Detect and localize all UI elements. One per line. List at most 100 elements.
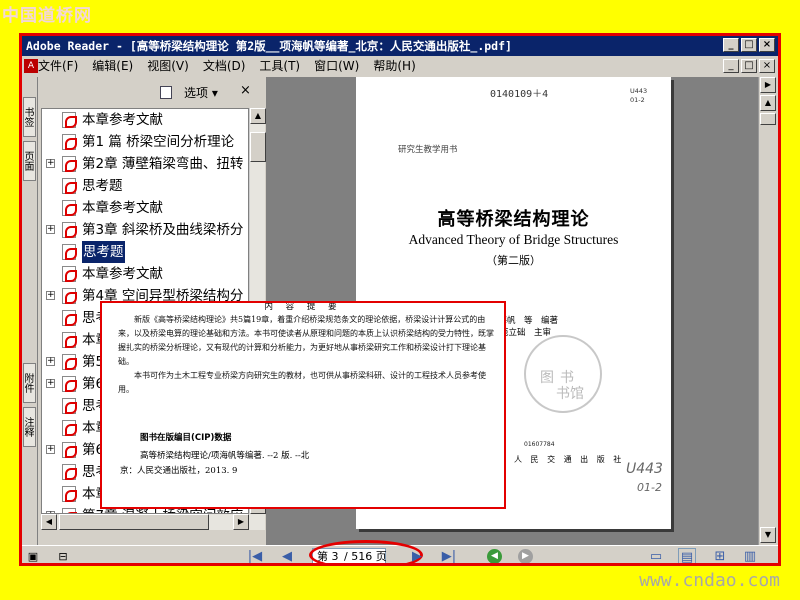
menu-tools[interactable]: 工具(T) <box>259 56 300 77</box>
bookmark-item[interactable]: 第1 篇 桥梁空间分析理论 <box>42 131 248 153</box>
bookmark-item[interactable]: + 第2章 薄壁箱梁弯曲、扭转 <box>42 153 248 175</box>
window-title: Adobe Reader - [高等桥梁结构理论 第2版__项海帆等编著_北京：… <box>26 39 512 53</box>
close-button[interactable]: × <box>759 38 775 52</box>
previous-page-button[interactable]: ◀ <box>278 548 296 563</box>
minimize-button[interactable]: _ <box>723 38 739 52</box>
summary-heading: 内 容 提 要 <box>264 302 342 312</box>
book-reviewer: 范立础 主审 <box>500 328 552 338</box>
watermark-top: 中国道桥网 <box>2 6 92 26</box>
next-page-button[interactable]: ▶ <box>408 548 426 563</box>
scroll-down-icon[interactable]: ▼ <box>760 527 776 543</box>
cip-title: 图书在版编目(CIP)数据 <box>140 433 232 443</box>
watermark-bottom: www.cndao.com <box>639 570 780 591</box>
bookmark-label: 本章参考文献 <box>82 112 163 128</box>
continuous-facing-icon[interactable]: ▥ <box>742 548 758 563</box>
menu-view[interactable]: 视图(V) <box>147 56 189 77</box>
bookmark-item-selected[interactable]: 思考题 <box>42 241 248 263</box>
tab-pages[interactable]: 页面 <box>22 141 36 181</box>
bookmark-item[interactable]: 本章参考文献 <box>42 197 248 219</box>
library-stamp: 图书 书馆 <box>524 335 602 413</box>
cip-record: 高等桥梁结构理论/项海帆等编著. --2 版. --北 <box>140 451 310 461</box>
back-view-button[interactable]: ◀ <box>487 549 502 563</box>
bookmark-item[interactable]: 本章参考文献 <box>42 109 248 131</box>
pdf-bookmark-icon <box>62 288 77 304</box>
call-number: U443 01-2 <box>630 87 647 105</box>
scroll-up-icon[interactable]: ▲ <box>250 108 266 124</box>
menu-document[interactable]: 文档(D) <box>203 56 246 77</box>
scroll-thumb[interactable] <box>59 514 209 530</box>
book-title: 高等桥梁结构理论 <box>437 209 590 230</box>
hide-panel-icon[interactable]: ⊟ <box>56 548 70 563</box>
tab-bookmarks[interactable]: 书签 <box>22 97 36 137</box>
menu-help[interactable]: 帮助(H) <box>373 56 415 77</box>
highlight-frame: Adobe Reader - [高等桥梁结构理论 第2版__项海帆等编著_北京：… <box>19 33 781 566</box>
doc-close-button[interactable]: × <box>759 59 775 73</box>
page-highlight-circle <box>309 540 423 563</box>
bookmark-label: 本章参考文献 <box>82 200 163 216</box>
expand-icon[interactable]: + <box>46 445 55 454</box>
adobe-document-icon[interactable]: A <box>24 59 38 73</box>
bookmark-horizontal-scrollbar[interactable]: ◀ ▶ <box>41 514 265 530</box>
document-window-controls: _ □ × <box>723 59 775 73</box>
status-bar: ▣ ⊟ |◀ ◀ 第 3 / 516 页 ▶ ▶| ◀ ▶ ▭ ▤ ⊞ ▥ <box>22 540 778 563</box>
pdf-bookmark-icon <box>62 200 77 216</box>
pdf-bookmark-icon <box>62 486 77 502</box>
menu-file[interactable]: 文件(F) <box>38 56 78 77</box>
pdf-bookmark-icon <box>62 266 77 282</box>
scroll-up-icon[interactable]: ▲ <box>760 95 776 111</box>
last-page-button[interactable]: ▶| <box>440 548 458 563</box>
pdf-bookmark-icon <box>62 376 77 392</box>
continuous-page-icon[interactable]: ▤ <box>678 548 696 563</box>
expand-icon[interactable]: + <box>46 357 55 366</box>
options-menu-button[interactable]: 选项 ▾ <box>184 84 218 101</box>
title-bar: Adobe Reader - [高等桥梁结构理论 第2版__项海帆等编著_北京：… <box>22 36 778 56</box>
book-english-title: Advanced Theory of Bridge Structures <box>408 232 619 247</box>
menu-window[interactable]: 窗口(W) <box>314 56 359 77</box>
menu-edit[interactable]: 编辑(E) <box>92 56 133 77</box>
handwritten-note: 01-2 <box>637 481 662 494</box>
scroll-thumb[interactable] <box>250 132 266 162</box>
bookmark-label: 本章参考文献 <box>82 266 163 282</box>
expand-icon[interactable]: + <box>46 291 55 300</box>
maximize-button[interactable]: □ <box>741 38 757 52</box>
document-vertical-scrollbar[interactable]: ▶ ▲ ▼ <box>758 77 778 545</box>
facing-pages-icon[interactable]: ⊞ <box>712 548 728 563</box>
panel-close-button[interactable]: × <box>240 83 251 98</box>
bookmarks-panel-header: 选项 ▾ × <box>38 77 266 107</box>
bookmark-label: 第2章 薄壁箱梁弯曲、扭转 <box>82 156 244 172</box>
tab-attachments[interactable]: 附件 <box>22 363 36 403</box>
summary-paragraph: 新版《高等桥梁结构理论》共5篇19章，着重介绍桥梁规范条文的理论依据，桥梁设计计… <box>118 315 494 366</box>
sidebar-toggle-icon[interactable]: ▣ <box>26 548 40 563</box>
single-page-icon[interactable]: ▭ <box>648 548 664 563</box>
expand-icon[interactable]: + <box>46 225 55 234</box>
bookmark-item[interactable]: + 第3章 斜梁桥及曲线梁桥分 <box>42 219 248 241</box>
pdf-bookmark-icon <box>62 112 77 128</box>
page-serial-number: 0140109＋4 <box>490 89 549 100</box>
page-nav-arrow-icon[interactable]: ▶ <box>760 77 776 93</box>
cip-record: 京：人民交通出版社，2013. 9 <box>120 466 238 476</box>
scroll-thumb[interactable] <box>760 113 776 125</box>
scroll-left-icon[interactable]: ◀ <box>41 514 57 530</box>
tab-comments[interactable]: 注释 <box>22 407 36 447</box>
pdf-bookmark-icon <box>62 178 77 194</box>
expand-icon[interactable]: + <box>46 159 55 168</box>
pdf-bookmark-icon <box>62 310 77 326</box>
handwritten-note: U443 <box>626 461 663 477</box>
bookmark-label-selected: 思考题 <box>82 241 125 263</box>
pdf-bookmark-icon <box>62 354 77 370</box>
bookmark-item[interactable]: 本章参考文献 <box>42 263 248 285</box>
doc-restore-button[interactable]: □ <box>741 59 757 73</box>
publisher-name: 人 民 交 通 出 版 社 <box>514 455 625 464</box>
options-icon[interactable] <box>160 86 172 99</box>
doc-minimize-button[interactable]: _ <box>723 59 739 73</box>
window-controls: _ □ × <box>723 38 775 52</box>
bookmark-item[interactable]: 思考题 <box>42 175 248 197</box>
pdf-bookmark-icon <box>62 332 77 348</box>
forward-view-button[interactable]: ▶ <box>518 549 533 563</box>
expand-icon[interactable]: + <box>46 379 55 388</box>
first-page-button[interactable]: |◀ <box>246 548 264 563</box>
pdf-bookmark-icon <box>62 464 77 480</box>
bookmark-label: 第3章 斜梁桥及曲线梁桥分 <box>82 222 244 238</box>
scroll-right-icon[interactable]: ▶ <box>233 514 249 530</box>
bookmark-label: 第1 篇 桥梁空间分析理论 <box>82 134 235 150</box>
